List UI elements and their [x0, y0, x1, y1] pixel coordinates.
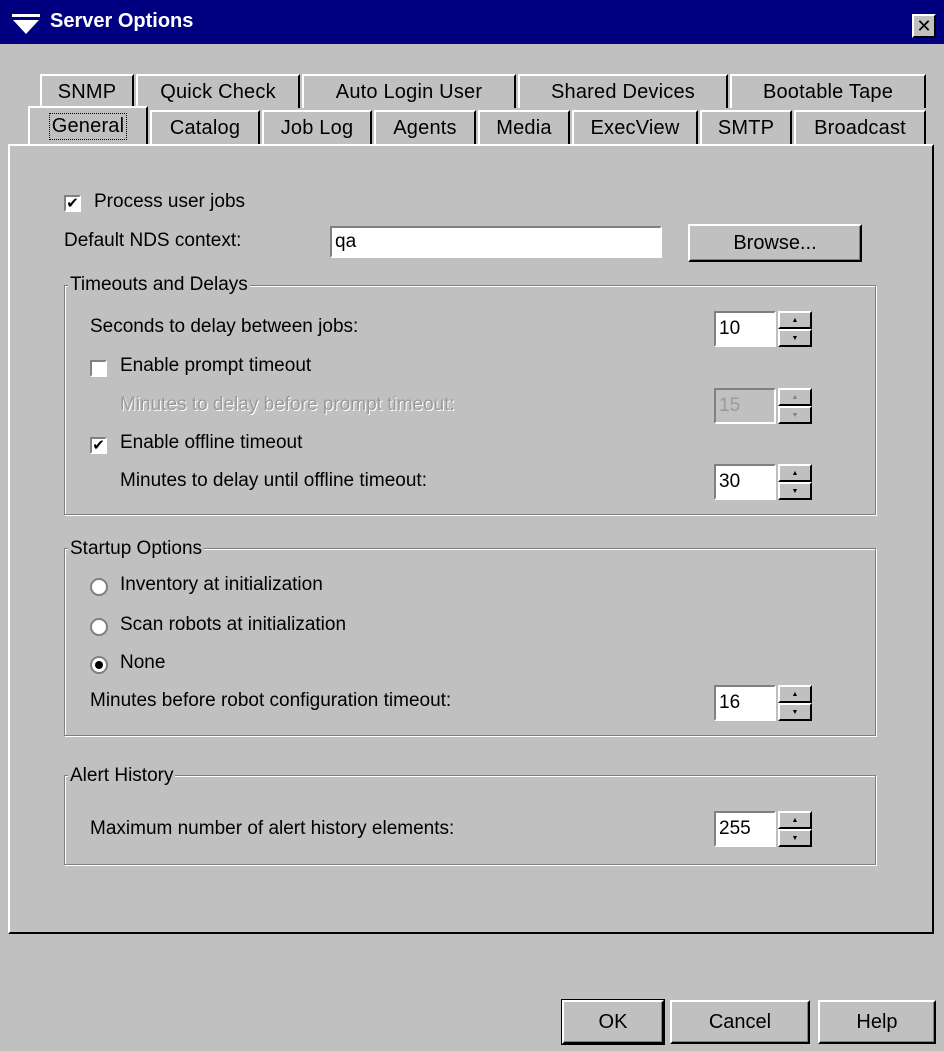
- startup-options-group-title: Startup Options: [68, 538, 205, 560]
- spin-down-icon[interactable]: ▼: [778, 406, 812, 424]
- inventory-at-init-radio[interactable]: [90, 578, 108, 596]
- inventory-at-init-label: Inventory at initialization: [120, 574, 323, 595]
- ok-button[interactable]: OK: [561, 999, 665, 1045]
- tab-media[interactable]: Media: [478, 110, 570, 144]
- spin-up-icon[interactable]: ▲: [778, 464, 812, 482]
- tab-execview[interactable]: ExecView: [572, 110, 698, 144]
- enable-prompt-timeout-checkbox[interactable]: [90, 360, 107, 377]
- offline-timeout-spinner[interactable]: ▲ ▼: [778, 464, 812, 500]
- nds-context-label: Default NDS context:: [64, 230, 242, 251]
- tab-auto-login-user[interactable]: Auto Login User: [302, 74, 516, 108]
- tab-smtp[interactable]: SMTP: [700, 110, 792, 144]
- tab-snmp[interactable]: SNMP: [40, 74, 134, 108]
- spin-up-icon[interactable]: ▲: [778, 388, 812, 406]
- process-user-jobs-label: Process user jobs: [94, 191, 246, 212]
- close-icon: ✕: [916, 16, 932, 36]
- tab-quick-check[interactable]: Quick Check: [136, 74, 300, 108]
- browse-button[interactable]: Browse...: [688, 224, 862, 262]
- tab-general[interactable]: General: [28, 106, 148, 144]
- system-menu-icon[interactable]: [12, 14, 40, 34]
- cancel-button[interactable]: Cancel: [670, 1000, 810, 1044]
- enable-offline-timeout-checkbox[interactable]: ✔: [90, 437, 107, 454]
- delay-between-jobs-label: Seconds to delay between jobs:: [90, 316, 359, 337]
- robot-config-timeout-spinner[interactable]: ▲ ▼: [778, 685, 812, 721]
- spin-down-icon[interactable]: ▼: [778, 829, 812, 847]
- nds-context-input[interactable]: qa: [330, 226, 662, 258]
- none-label: None: [120, 652, 166, 673]
- prompt-timeout-minutes-label: Minutes to delay before prompt timeout:: [120, 394, 455, 415]
- window-title: Server Options: [50, 10, 194, 32]
- prompt-timeout-spinner[interactable]: ▲ ▼: [778, 388, 812, 424]
- checkmark-icon: ✔: [66, 195, 79, 212]
- alert-history-max-label: Maximum number of alert history elements…: [90, 818, 455, 839]
- tab-shared-devices[interactable]: Shared Devices: [518, 74, 728, 108]
- delay-between-jobs-input[interactable]: 10: [714, 311, 776, 347]
- tab-agents[interactable]: Agents: [374, 110, 476, 144]
- radio-selected-dot: [95, 661, 103, 669]
- offline-timeout-minutes-input[interactable]: 30: [714, 464, 776, 500]
- checkmark-icon: ✔: [92, 437, 105, 454]
- scan-robots-at-init-radio[interactable]: [90, 618, 108, 636]
- prompt-timeout-minutes-input[interactable]: 15: [714, 388, 776, 424]
- timeouts-group-title: Timeouts and Delays: [68, 274, 250, 296]
- alert-history-group-title: Alert History: [68, 765, 176, 787]
- spin-down-icon[interactable]: ▼: [778, 482, 812, 500]
- none-radio[interactable]: [90, 656, 108, 674]
- alert-history-max-spinner[interactable]: ▲ ▼: [778, 811, 812, 847]
- spin-up-icon[interactable]: ▲: [778, 811, 812, 829]
- close-button[interactable]: ✕: [912, 14, 936, 38]
- robot-config-timeout-input[interactable]: 16: [714, 685, 776, 721]
- spin-down-icon[interactable]: ▼: [778, 703, 812, 721]
- delay-between-jobs-spinner[interactable]: ▲ ▼: [778, 311, 812, 347]
- process-user-jobs-checkbox[interactable]: ✔: [64, 195, 81, 212]
- alert-history-max-input[interactable]: 255: [714, 811, 776, 847]
- tab-bootable-tape[interactable]: Bootable Tape: [730, 74, 926, 108]
- spin-up-icon[interactable]: ▲: [778, 685, 812, 703]
- spin-up-icon[interactable]: ▲: [778, 311, 812, 329]
- title-bar[interactable]: Server Options ✕: [0, 0, 944, 44]
- enable-prompt-timeout-label: Enable prompt timeout: [120, 355, 312, 376]
- robot-config-timeout-label: Minutes before robot configuration timeo…: [90, 690, 452, 711]
- tab-catalog[interactable]: Catalog: [150, 110, 260, 144]
- enable-offline-timeout-label: Enable offline timeout: [120, 432, 303, 453]
- spin-down-icon[interactable]: ▼: [778, 329, 812, 347]
- scan-robots-at-init-label: Scan robots at initialization: [120, 614, 347, 635]
- offline-timeout-minutes-label: Minutes to delay until offline timeout:: [120, 470, 427, 491]
- help-button[interactable]: Help: [818, 1000, 936, 1044]
- tab-broadcast[interactable]: Broadcast: [794, 110, 926, 144]
- tab-job-log[interactable]: Job Log: [262, 110, 372, 144]
